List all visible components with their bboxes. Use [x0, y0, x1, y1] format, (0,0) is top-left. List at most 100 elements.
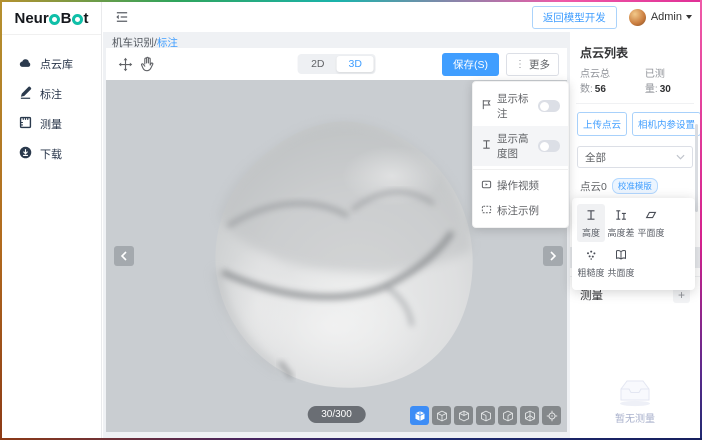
sidebar-item-label: 下载 — [40, 146, 62, 162]
height-difference-icon — [615, 209, 627, 223]
back-to-model-dev-button[interactable]: 返回模型开发 — [532, 6, 617, 29]
empty-state: 暂无测量 — [570, 377, 700, 425]
parallelogram-icon — [645, 209, 657, 223]
logo-text-3: t — [84, 10, 89, 27]
video-icon — [481, 179, 492, 193]
next-frame-button[interactable] — [543, 246, 563, 266]
move-tool-icon[interactable] — [114, 53, 136, 75]
flag-icon — [481, 99, 492, 113]
view-cube-button-1[interactable] — [410, 406, 429, 425]
ruler-icon — [19, 116, 32, 132]
more-button[interactable]: ⋮ 更多 — [506, 53, 559, 76]
header-right: 返回模型开发 Admin — [532, 6, 692, 29]
download-icon — [19, 146, 32, 162]
logo-text-2: B — [61, 10, 72, 27]
show-heightmap-toggle[interactable] — [538, 140, 560, 152]
tool-label: 高度 — [582, 226, 600, 239]
menu-item-show-heightmap[interactable]: 显示高度图 — [473, 126, 568, 166]
sidebar-item-annotate[interactable]: 标注 — [2, 79, 101, 109]
open-book-icon — [615, 249, 627, 263]
chevron-down-icon — [676, 151, 685, 163]
toggle-2d-button[interactable]: 2D — [299, 56, 336, 72]
app-root: NeurBt 点云库 标注 测量 下载 — [2, 2, 700, 438]
tool-roughness[interactable]: 粗糙度 — [577, 244, 605, 282]
height-ibeam-icon — [481, 139, 492, 153]
avatar[interactable] — [629, 9, 646, 26]
tool-height[interactable]: 高度 — [577, 204, 605, 242]
toolbar-right: 保存(S) ⋮ 更多 — [442, 53, 559, 76]
previous-frame-button[interactable] — [114, 246, 134, 266]
menu-item-label: 显示标注 — [497, 91, 533, 121]
tooth-3d-model — [184, 114, 482, 396]
camera-intrinsics-button[interactable]: 相机内参设置 — [632, 112, 700, 136]
upload-pointcloud-button[interactable]: 上传点云 — [577, 112, 627, 136]
panel-stats: 点云总数:56 已测量:30 — [570, 65, 700, 103]
stat-total-value: 56 — [595, 84, 606, 95]
empty-box-icon — [613, 377, 657, 407]
roughness-dots-icon — [585, 249, 597, 263]
view-cube-button-4[interactable] — [476, 406, 495, 425]
more-button-label: 更多 — [529, 57, 550, 72]
gear-o-icon — [49, 14, 60, 25]
sidebar-item-pointcloud-library[interactable]: 点云库 — [2, 49, 101, 79]
dimension-toggle: 2D 3D — [297, 54, 376, 74]
sidebar-item-label: 标注 — [40, 86, 62, 102]
more-dropdown-menu: 显示标注 显示高度图 操作视频 — [472, 81, 569, 228]
stat-measured-value: 30 — [660, 84, 671, 95]
user-menu[interactable]: Admin — [651, 11, 692, 23]
menu-item-label: 标注示例 — [497, 203, 539, 218]
tool-label: 粗糙度 — [577, 266, 604, 279]
tool-label: 共面度 — [607, 266, 634, 279]
stat-measured: 已测量:30 — [645, 65, 690, 95]
measure-tools-popup: 高度 高度差 平面度 粗糙度 共面度 — [572, 198, 695, 290]
frame-counter-badge: 30/300 — [307, 406, 366, 423]
menu-divider — [473, 169, 568, 170]
pen-icon — [19, 86, 32, 102]
sidebar-item-measure[interactable]: 测量 — [2, 109, 101, 139]
gear-o-icon — [72, 14, 83, 25]
cloud-icon — [19, 58, 32, 71]
view-cube-button-2[interactable] — [432, 406, 451, 425]
sidebar: NeurBt 点云库 标注 测量 下载 — [2, 2, 102, 438]
app-window: NeurBt 点云库 标注 测量 下载 — [0, 0, 702, 440]
pointcloud-name: 点云0 — [580, 179, 607, 194]
menu-item-label: 操作视频 — [497, 178, 539, 193]
view-cube-button-5[interactable] — [498, 406, 517, 425]
filter-selected-value: 全部 — [585, 150, 606, 165]
empty-state-text: 暂无测量 — [615, 410, 655, 425]
toggle-3d-button[interactable]: 3D — [337, 56, 374, 72]
tool-height-difference[interactable]: 高度差 — [607, 204, 635, 242]
canvas-toolbar: 2D 3D 保存(S) ⋮ 更多 显示标注 — [106, 48, 567, 80]
tool-label: 平面度 — [637, 226, 664, 239]
example-frame-icon — [481, 204, 492, 218]
menu-item-show-annotations[interactable]: 显示标注 — [473, 86, 568, 126]
kebab-menu-icon: ⋮ — [515, 59, 525, 70]
menu-item-tutorial-video[interactable]: 操作视频 — [473, 173, 568, 198]
view-orientation-bar — [410, 406, 561, 425]
top-header: 返回模型开发 Admin — [103, 2, 700, 32]
sidebar-item-download[interactable]: 下载 — [2, 139, 101, 169]
user-name: Admin — [651, 11, 682, 23]
view-cube-button-6[interactable] — [520, 406, 539, 425]
show-annotations-toggle[interactable] — [538, 100, 560, 112]
panel-title: 点云列表 — [570, 32, 700, 65]
list-scrollbar[interactable] — [695, 124, 698, 212]
window-border-top — [0, 0, 702, 2]
pointcloud-panel: 点云列表 点云总数:56 已测量:30 上传点云 相机内参设置 全部 点云0 校… — [570, 32, 700, 438]
filter-select[interactable]: 全部 — [577, 146, 693, 168]
tool-flatness[interactable]: 平面度 — [637, 204, 665, 242]
window-border-left — [0, 0, 2, 440]
sidebar-collapse-icon[interactable] — [111, 6, 133, 28]
pan-hand-tool-icon[interactable] — [136, 53, 158, 75]
view-cube-button-3[interactable] — [454, 406, 473, 425]
app-logo: NeurBt — [2, 2, 101, 35]
sidebar-item-label: 点云库 — [40, 56, 73, 72]
height-ibeam-icon — [585, 209, 597, 223]
menu-item-annotation-example[interactable]: 标注示例 — [473, 198, 568, 223]
reset-view-button[interactable] — [542, 406, 561, 425]
sidebar-item-label: 测量 — [40, 116, 62, 132]
tool-coplanarity[interactable]: 共面度 — [607, 244, 635, 282]
save-button[interactable]: 保存(S) — [442, 53, 499, 76]
calibration-template-tag: 校准模版 — [612, 178, 658, 194]
tool-label: 高度差 — [607, 226, 634, 239]
